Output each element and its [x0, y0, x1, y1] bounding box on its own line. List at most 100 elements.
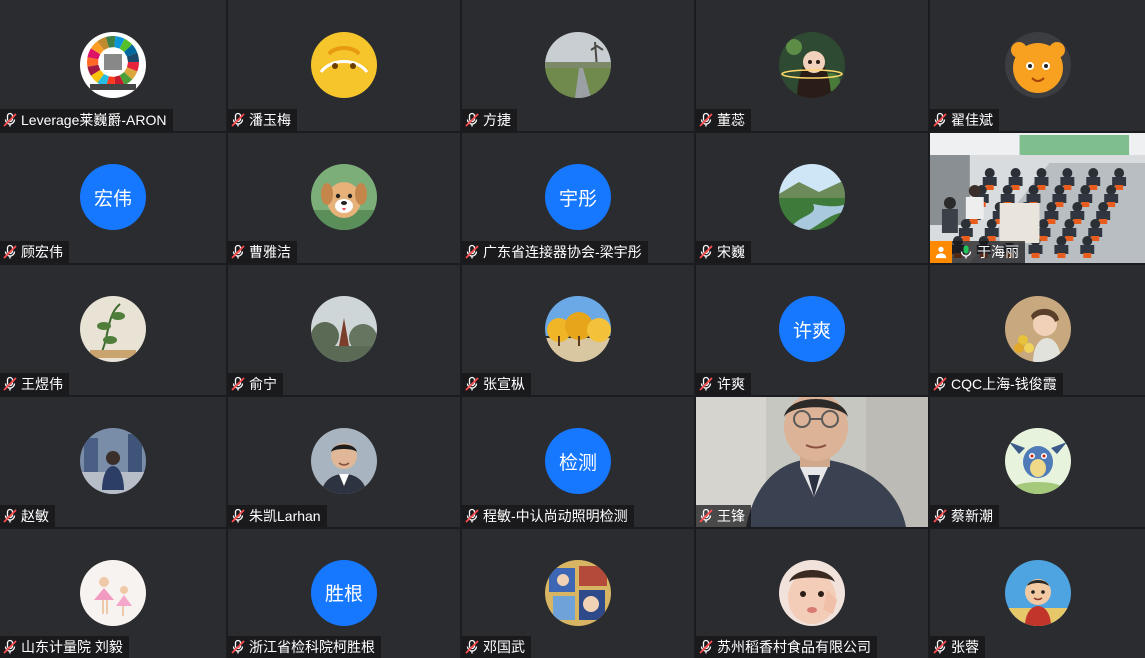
participant-tile[interactable]: 张蓉: [930, 529, 1145, 658]
participant-name: 程敏-中认尚动照明检测: [483, 508, 628, 524]
participant-tile[interactable]: 邓国武: [462, 529, 694, 658]
avatar: [1004, 428, 1071, 494]
name-label-bar: 蔡新潮: [930, 505, 999, 527]
participant-name: 张蓉: [951, 639, 979, 655]
mic-muted-icon: [932, 112, 948, 128]
participant-name: 许爽: [717, 376, 745, 392]
text-avatar: 胜根: [311, 559, 377, 626]
participant-name: 赵敏: [21, 508, 49, 524]
mic-muted-icon: [698, 508, 714, 524]
mic-muted-icon: [932, 376, 948, 392]
name-label-bar: 张蓉: [930, 636, 985, 658]
participant-name: 蔡新潮: [951, 508, 993, 524]
avatar: [80, 296, 146, 362]
mic-muted-icon: [230, 639, 246, 655]
name-label-bar: 方捷: [462, 109, 517, 131]
participant-name: 潘玉梅: [249, 112, 291, 128]
avatar: [1004, 296, 1071, 362]
mic-muted-icon: [698, 244, 714, 260]
mic-muted-icon: [464, 376, 480, 392]
participant-grid: Leverage莱巍爵-ARON 潘玉梅 方捷 董蕊 翟佳斌宏伟 顾宏伟曹雅洁 宇彤广东省连…: [0, 0, 1145, 658]
participant-name: 张宣枞: [483, 376, 525, 392]
name-label-bar: 浙江省检科院柯胜根: [228, 636, 381, 658]
mic-muted-icon: [230, 244, 246, 260]
name-label-bar: 翟佳斌: [930, 109, 999, 131]
name-label-bar: 于海丽: [930, 241, 1025, 263]
participant-tile[interactable]: 潘玉梅: [228, 0, 460, 131]
name-label-bar: 广东省连接器协会-梁宇彤: [462, 241, 648, 263]
mic-muted-icon: [2, 508, 18, 524]
mic-muted-icon: [230, 508, 246, 524]
avatar: [311, 164, 377, 230]
participant-tile[interactable]: 张宣枞: [462, 265, 694, 395]
name-label-bar: 苏州稻香村食品有限公司: [696, 636, 877, 658]
participant-name: 董蕊: [717, 112, 745, 128]
participant-tile[interactable]: CQC上海-钱俊霞: [930, 265, 1145, 395]
avatar: [545, 559, 611, 626]
avatar: [80, 428, 146, 494]
participant-name: 山东计量院 刘毅: [21, 639, 123, 655]
participant-tile[interactable]: 许爽 许爽: [696, 265, 928, 395]
name-label-bar: 朱凯Larhan: [228, 505, 327, 527]
participant-tile[interactable]: 宋巍: [696, 133, 928, 263]
participant-name: 于海丽: [977, 244, 1019, 260]
host-icon: [930, 241, 952, 263]
avatar: [545, 31, 611, 98]
mic-muted-icon: [2, 244, 18, 260]
participant-tile[interactable]: 朱凯Larhan: [228, 397, 460, 527]
mic-muted-icon: [464, 112, 480, 128]
participant-tile[interactable]: 翟佳斌: [930, 0, 1145, 131]
mic-muted-icon: [932, 508, 948, 524]
participant-tile[interactable]: 苏州稻香村食品有限公司: [696, 529, 928, 658]
name-label-bar: CQC上海-钱俊霞: [930, 373, 1063, 395]
participant-name: 浙江省检科院柯胜根: [249, 639, 375, 655]
name-label-bar: 顾宏伟: [0, 241, 69, 263]
name-label-bar: 宋巍: [696, 241, 751, 263]
avatar: [545, 296, 611, 362]
name-label-bar: 董蕊: [696, 109, 751, 131]
participant-name: 王煜伟: [21, 376, 63, 392]
avatar: [1004, 559, 1071, 626]
participant-tile[interactable]: 检测程敏-中认尚动照明检测: [462, 397, 694, 527]
participant-name: 宋巍: [717, 244, 745, 260]
text-avatar: 检测: [545, 428, 611, 494]
mic-muted-icon: [464, 508, 480, 524]
participant-tile[interactable]: 于海丽: [930, 133, 1145, 263]
participant-name: 俞宁: [249, 376, 277, 392]
participant-name: 方捷: [483, 112, 511, 128]
participant-tile[interactable]: 胜根浙江省检科院柯胜根: [228, 529, 460, 658]
avatar: [779, 31, 845, 98]
participant-name: 翟佳斌: [951, 112, 993, 128]
avatar: [1004, 31, 1071, 98]
participant-tile[interactable]: 宇彤广东省连接器协会-梁宇彤: [462, 133, 694, 263]
mic-muted-icon: [2, 376, 18, 392]
participant-tile[interactable]: Leverage莱巍爵-ARON: [0, 0, 226, 131]
participant-tile[interactable]: 曹雅洁: [228, 133, 460, 263]
participant-tile[interactable]: 王锋: [696, 397, 928, 527]
mic-active-icon: [958, 244, 974, 260]
name-label-bar: 王锋: [696, 505, 751, 527]
participant-tile[interactable]: 宏伟 顾宏伟: [0, 133, 226, 263]
name-label-bar: Leverage莱巍爵-ARON: [0, 109, 173, 131]
participant-tile[interactable]: 俞宁: [228, 265, 460, 395]
name-label-bar: 潘玉梅: [228, 109, 297, 131]
mic-muted-icon: [2, 639, 18, 655]
name-label-bar: 曹雅洁: [228, 241, 297, 263]
text-avatar: 宇彤: [545, 164, 611, 230]
mic-muted-icon: [230, 376, 246, 392]
participant-name: 曹雅洁: [249, 244, 291, 260]
participant-name: 邓国武: [483, 639, 525, 655]
participant-name: CQC上海-钱俊霞: [951, 376, 1057, 392]
avatar: [311, 428, 377, 494]
participant-tile[interactable]: 蔡新潮: [930, 397, 1145, 527]
mic-muted-icon: [932, 639, 948, 655]
participant-tile[interactable]: 方捷: [462, 0, 694, 131]
avatar: [80, 31, 146, 98]
participant-tile[interactable]: 赵敏: [0, 397, 226, 527]
mic-muted-icon: [698, 639, 714, 655]
participant-tile[interactable]: 王煜伟: [0, 265, 226, 395]
name-label-bar: 山东计量院 刘毅: [0, 636, 129, 658]
participant-name: 王锋: [717, 508, 745, 524]
participant-tile[interactable]: 董蕊: [696, 0, 928, 131]
participant-tile[interactable]: 山东计量院 刘毅: [0, 529, 226, 658]
